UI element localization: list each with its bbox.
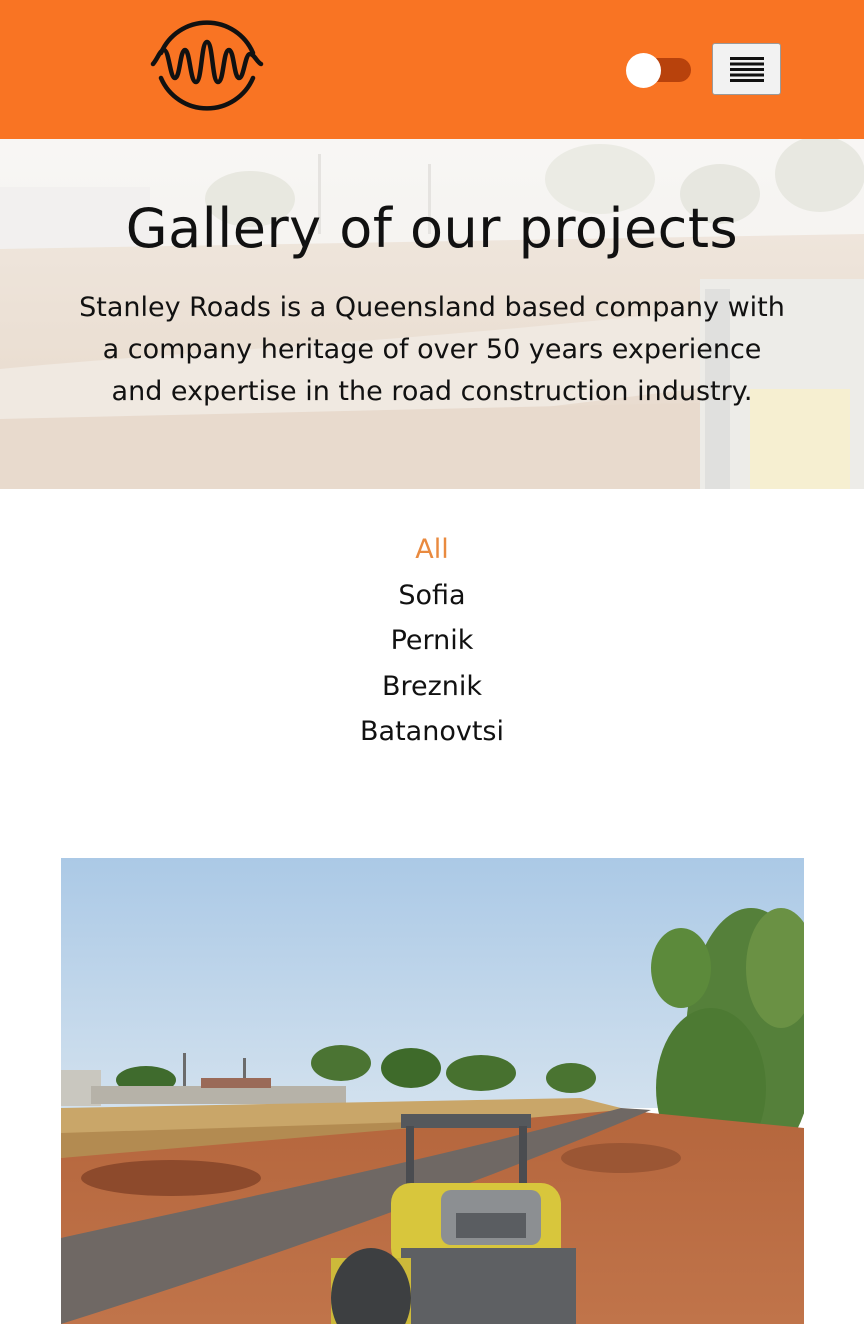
filter-batanovtsi[interactable]: Batanovtsi [282, 709, 582, 755]
theme-toggle[interactable] [625, 53, 691, 88]
gallery-filter-list: All Sofia Pernik Breznik Batanovtsi [0, 527, 864, 755]
page-title: Gallery of our projects [125, 197, 739, 260]
hero-section: Gallery of our projects Stanley Roads is… [0, 139, 864, 489]
hamburger-menu-icon [729, 57, 764, 82]
site-header [0, 0, 864, 139]
logo-icon[interactable] [150, 6, 264, 120]
toggle-knob [626, 53, 661, 88]
filter-pernik[interactable]: Pernik [282, 618, 582, 664]
hero-description: Stanley Roads is a Queensland based comp… [79, 292, 785, 407]
menu-button[interactable] [712, 43, 781, 95]
gallery-photo[interactable] [61, 858, 804, 1324]
filter-sofia[interactable]: Sofia [282, 573, 582, 619]
filter-breznik[interactable]: Breznik [282, 664, 582, 710]
filter-all[interactable]: All [282, 527, 582, 573]
road-roller-photo-icon [61, 858, 804, 1324]
